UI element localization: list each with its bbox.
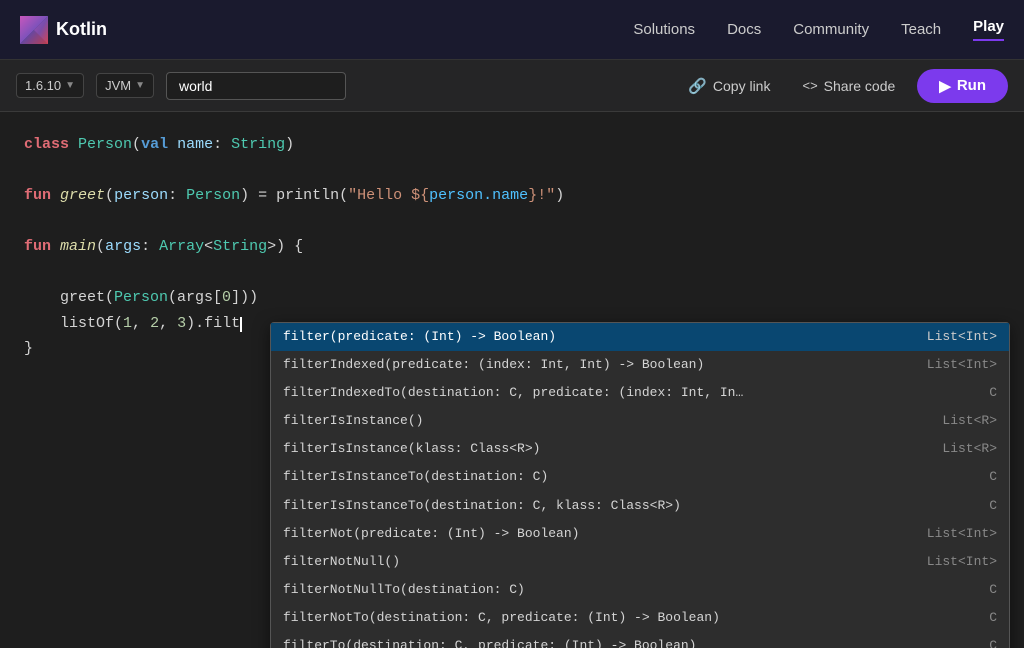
autocomplete-item-type-5: C xyxy=(917,466,997,488)
nav-solutions[interactable]: Solutions xyxy=(633,21,695,38)
autocomplete-item-type-6: C xyxy=(917,495,997,517)
autocomplete-item-type-1: List<Int> xyxy=(917,354,997,376)
autocomplete-item-name-9: filterNotNullTo(destination: C) xyxy=(283,579,917,601)
copy-link-label: Copy link xyxy=(713,78,771,94)
autocomplete-item-name-10: filterNotTo(destination: C, predicate: (… xyxy=(283,607,917,629)
nav-teach[interactable]: Teach xyxy=(901,21,941,38)
autocomplete-item-name-7: filterNot(predicate: (Int) -> Boolean) xyxy=(283,523,917,545)
autocomplete-dropdown[interactable]: filter(predicate: (Int) -> Boolean) List… xyxy=(270,322,1010,648)
autocomplete-item-name-1: filterIndexed(predicate: (index: Int, In… xyxy=(283,354,917,376)
share-code-button[interactable]: <> Share code xyxy=(792,72,905,100)
nav-play[interactable]: Play xyxy=(973,18,1004,41)
autocomplete-item-type-4: List<R> xyxy=(917,438,997,460)
autocomplete-item-type-0: List<Int> xyxy=(917,326,997,348)
autocomplete-item-10[interactable]: filterNotTo(destination: C, predicate: (… xyxy=(271,604,1009,632)
autocomplete-item-type-10: C xyxy=(917,607,997,629)
autocomplete-item-type-9: C xyxy=(917,579,997,601)
autocomplete-item-name-4: filterIsInstance(klass: Class<R>) xyxy=(283,438,917,460)
version-label: 1.6.10 xyxy=(25,78,61,93)
code-line-3: fun greet(person: Person) = println("Hel… xyxy=(24,183,1000,209)
toolbar: 1.6.10 ▼ JVM ▼ 🔗 Copy link <> Share code… xyxy=(0,60,1024,112)
code-line-5: fun main(args: Array<String>) { xyxy=(24,234,1000,260)
run-button[interactable]: ▶ Run xyxy=(917,69,1008,103)
play-icon: ▶ xyxy=(939,77,951,95)
autocomplete-item-type-7: List<Int> xyxy=(917,523,997,545)
autocomplete-item-8[interactable]: filterNotNull() List<Int> xyxy=(271,548,1009,576)
nav-docs[interactable]: Docs xyxy=(727,21,761,38)
autocomplete-item-6[interactable]: filterIsInstanceTo(destination: C, klass… xyxy=(271,492,1009,520)
autocomplete-item-name-6: filterIsInstanceTo(destination: C, klass… xyxy=(283,495,917,517)
autocomplete-item-type-3: List<R> xyxy=(917,410,997,432)
autocomplete-item-11[interactable]: filterTo(destination: C, predicate: (Int… xyxy=(271,632,1009,648)
brand: Kotlin xyxy=(20,16,107,44)
autocomplete-item-9[interactable]: filterNotNullTo(destination: C) C xyxy=(271,576,1009,604)
autocomplete-item-name-5: filterIsInstanceTo(destination: C) xyxy=(283,466,917,488)
version-chevron-icon: ▼ xyxy=(65,80,75,91)
navbar: Kotlin Solutions Docs Community Teach Pl… xyxy=(0,0,1024,60)
autocomplete-item-5[interactable]: filterIsInstanceTo(destination: C) C xyxy=(271,463,1009,491)
target-label: JVM xyxy=(105,78,131,93)
autocomplete-item-name-8: filterNotNull() xyxy=(283,551,917,573)
kotlin-logo-icon xyxy=(20,16,48,44)
brand-name: Kotlin xyxy=(56,19,107,40)
filename-input[interactable] xyxy=(166,72,346,100)
autocomplete-item-1[interactable]: filterIndexed(predicate: (index: Int, In… xyxy=(271,351,1009,379)
code-line-blank1 xyxy=(24,158,1000,184)
share-icon: <> xyxy=(802,78,817,93)
autocomplete-item-3[interactable]: filterIsInstance() List<R> xyxy=(271,407,1009,435)
autocomplete-item-7[interactable]: filterNot(predicate: (Int) -> Boolean) L… xyxy=(271,520,1009,548)
version-selector[interactable]: 1.6.10 ▼ xyxy=(16,73,84,98)
autocomplete-item-name-11: filterTo(destination: C, predicate: (Int… xyxy=(283,635,917,648)
target-chevron-icon: ▼ xyxy=(135,80,145,91)
autocomplete-item-4[interactable]: filterIsInstance(klass: Class<R>) List<R… xyxy=(271,435,1009,463)
code-line-1: class Person(val name: String) xyxy=(24,132,1000,158)
target-selector[interactable]: JVM ▼ xyxy=(96,73,154,98)
autocomplete-item-2[interactable]: filterIndexedTo(destination: C, predicat… xyxy=(271,379,1009,407)
autocomplete-item-type-2: C xyxy=(917,382,997,404)
autocomplete-item-type-8: List<Int> xyxy=(917,551,997,573)
nav-links: Solutions Docs Community Teach Play xyxy=(633,18,1004,41)
share-code-label: Share code xyxy=(824,78,896,94)
nav-community[interactable]: Community xyxy=(793,21,869,38)
code-line-7: greet(Person(args[0])) xyxy=(24,285,1000,311)
code-line-blank2 xyxy=(24,209,1000,235)
code-editor[interactable]: class Person(val name: String) fun greet… xyxy=(0,112,1024,648)
autocomplete-item-name-3: filterIsInstance() xyxy=(283,410,917,432)
autocomplete-item-name-2: filterIndexedTo(destination: C, predicat… xyxy=(283,382,917,404)
link-icon: 🔗 xyxy=(688,77,707,95)
autocomplete-item-type-11: C xyxy=(917,635,997,648)
autocomplete-item-name-0: filter(predicate: (Int) -> Boolean) xyxy=(283,326,917,348)
code-line-blank3 xyxy=(24,260,1000,286)
run-label: Run xyxy=(957,77,986,94)
copy-link-button[interactable]: 🔗 Copy link xyxy=(678,71,780,101)
autocomplete-item-0[interactable]: filter(predicate: (Int) -> Boolean) List… xyxy=(271,323,1009,351)
